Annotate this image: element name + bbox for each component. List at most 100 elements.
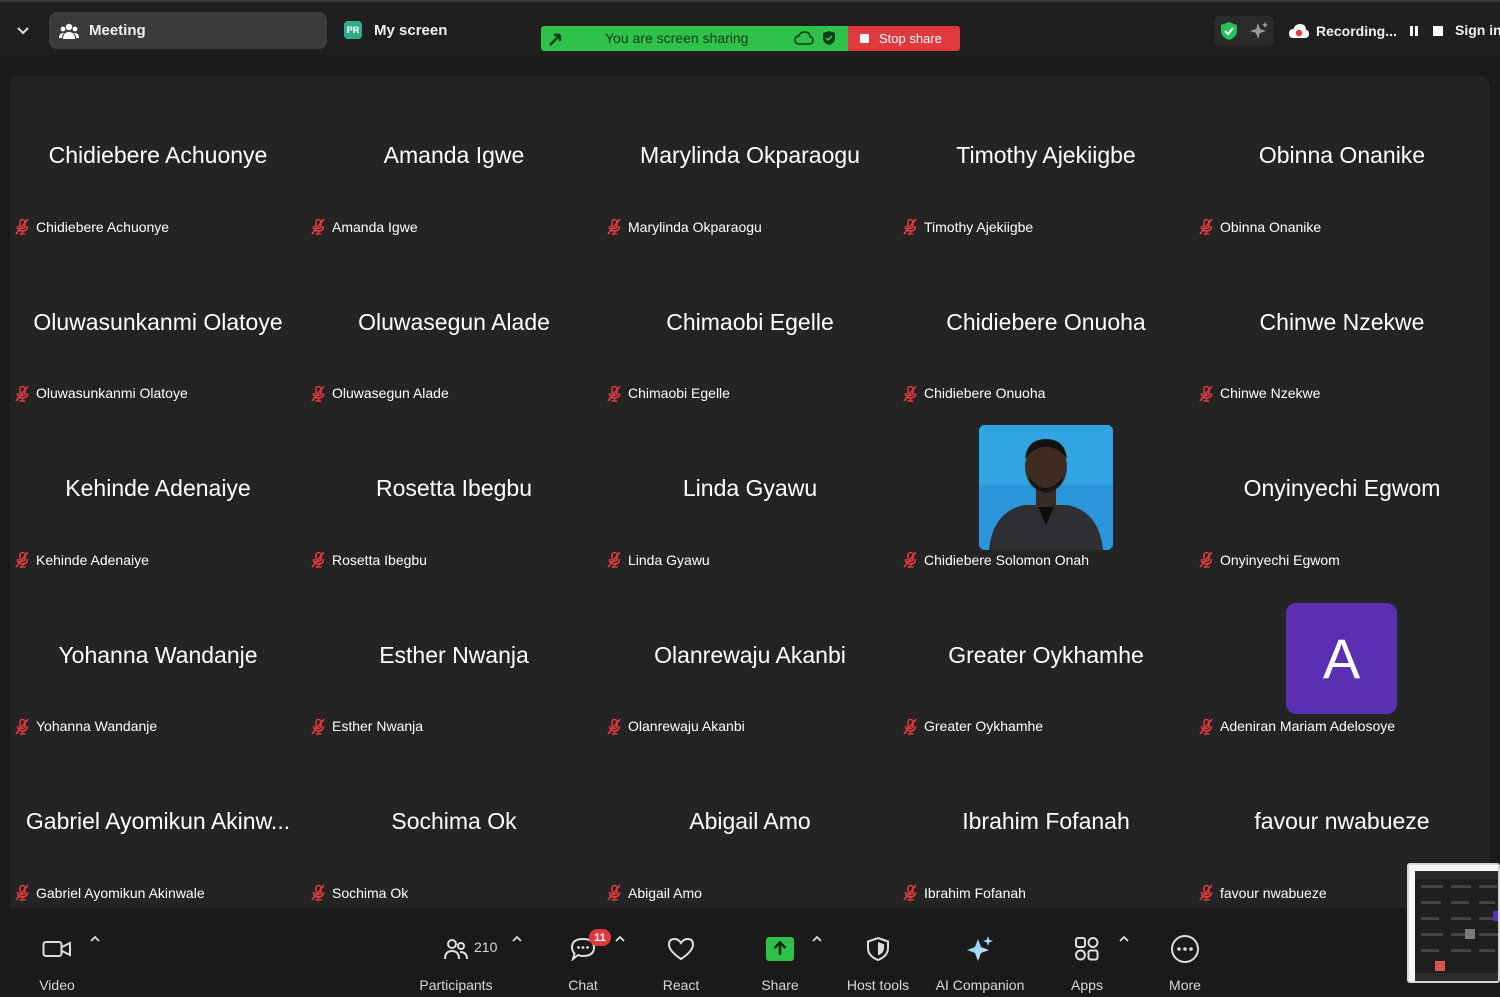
participant-tile[interactable]: Sochima Ok Sochima Ok <box>306 742 602 908</box>
participant-display-name: favour nwabueze <box>1254 808 1430 834</box>
shared-screen-thumbnail[interactable] <box>1407 863 1500 983</box>
participant-tile[interactable]: Chidiebere Achuonye Chidiebere Achuonye <box>10 76 306 242</box>
muted-mic-icon <box>607 884 621 901</box>
react-label: React <box>662 977 700 993</box>
participant-name-tag: Timothy Ajekiigbe <box>902 218 1033 235</box>
participant-tile[interactable]: Abigail Amo Abigail Amo <box>602 742 898 908</box>
participant-name: Rosetta Ibegbu <box>332 551 427 568</box>
stop-share-button[interactable]: Stop share <box>848 26 960 51</box>
share-arrow-icon <box>549 33 562 46</box>
participant-tile[interactable]: Greater Oykhamhe Greater Oykhamhe <box>898 576 1194 742</box>
apps-options-caret-icon[interactable] <box>1117 932 1131 946</box>
chat-label: Chat <box>568 977 598 993</box>
security-ai-group <box>1214 16 1274 46</box>
host-shield-icon <box>867 936 889 962</box>
participant-display-name: Chinwe Nzekwe <box>1259 308 1425 335</box>
share-options-caret-icon[interactable] <box>810 932 824 946</box>
video-button[interactable]: Video <box>30 908 84 997</box>
sparkle-icon[interactable] <box>1249 21 1269 41</box>
participant-tile[interactable]: Kehinde Adenaiye Kehinde Adenaiye <box>10 409 306 575</box>
more-dots-icon <box>1171 935 1199 963</box>
participant-name-tag: Gabriel Ayomikun Akinwale <box>14 884 205 901</box>
participant-display-name: Yohanna Wandanje <box>58 641 258 668</box>
participant-display-name: Olanrewaju Akanbi <box>654 641 846 668</box>
participants-options-caret-icon[interactable] <box>510 932 524 946</box>
participant-name: Chidiebere Achuonye <box>36 218 170 235</box>
participant-tile[interactable]: Amanda Igwe Amanda Igwe <box>306 76 602 242</box>
people-icon <box>59 23 79 39</box>
apps-button[interactable]: Apps <box>1066 908 1108 997</box>
participant-name: Yohanna Wandanje <box>36 718 158 734</box>
participant-tile[interactable]: Esther Nwanja Esther Nwanja <box>306 576 602 742</box>
more-button[interactable]: More <box>1164 908 1206 997</box>
participant-tile[interactable]: Olanrewaju Akanbi Olanrewaju Akanbi <box>602 576 898 742</box>
participant-tile[interactable]: Obinna Onanike Obinna Onanike <box>1194 76 1490 242</box>
participant-display-name: Ibrahim Fofanah <box>962 808 1130 834</box>
participant-name: Obinna Onanike <box>1220 218 1322 235</box>
participant-tile[interactable]: Ibrahim Fofanah Ibrahim Fofanah <box>898 742 1194 908</box>
tab-meeting[interactable]: Meeting <box>49 12 327 49</box>
participant-tile[interactable]: Yohanna Wandanje Yohanna Wandanje <box>10 576 306 742</box>
participant-tile[interactable]: Chimaobi Egelle Chimaobi Egelle <box>602 243 898 409</box>
pause-icon[interactable] <box>1409 26 1419 36</box>
participants-icon <box>444 939 468 960</box>
apps-label: Apps <box>1071 977 1103 993</box>
more-label: More <box>1169 977 1201 993</box>
ai-companion-label: AI Companion <box>935 977 1025 993</box>
participant-name-tag: Oluwasegun Alade <box>310 384 449 402</box>
participant-display-name: Sochima Ok <box>391 808 517 834</box>
participant-name: Oluwasunkanmi Olatoye <box>36 385 188 401</box>
muted-mic-icon <box>15 717 29 735</box>
participant-name: Marylinda Okparaogu <box>628 218 762 235</box>
participant-name-tag: Rosetta Ibegbu <box>310 551 427 568</box>
muted-mic-icon <box>607 551 621 568</box>
muted-mic-icon <box>607 717 621 735</box>
participant-tile[interactable]: Marylinda Okparaogu Marylinda Okparaogu <box>602 76 898 242</box>
video-options-caret-icon[interactable] <box>88 932 102 946</box>
participant-name: Sochima Ok <box>332 884 409 901</box>
participant-tile[interactable]: Rosetta Ibegbu Rosetta Ibegbu <box>306 409 602 575</box>
participant-name: Chinwe Nzekwe <box>1220 385 1321 401</box>
participant-display-name: Obinna Onanike <box>1258 142 1426 168</box>
participant-tile[interactable]: Onyinyechi Egwom Onyinyechi Egwom <box>1194 409 1490 575</box>
heart-icon <box>667 937 695 961</box>
participant-name-tag: Marylinda Okparaogu <box>606 218 762 235</box>
stop-icon <box>860 34 869 43</box>
stop-recording-icon[interactable] <box>1432 26 1443 36</box>
screen-sharing-status: You are screen sharing <box>605 30 749 46</box>
host-tools-button[interactable]: Host tools <box>840 908 916 997</box>
participant-display-name: Chimaobi Egelle <box>666 308 834 335</box>
muted-mic-icon <box>15 551 29 568</box>
participant-name-tag: Linda Gyawu <box>606 551 710 568</box>
react-button[interactable]: React <box>655 908 707 997</box>
participant-tile[interactable]: Oluwasegun Alade Oluwasegun Alade <box>306 243 602 409</box>
share-button[interactable]: Share <box>755 908 805 997</box>
participant-tile[interactable]: Timothy Ajekiigbe Timothy Ajekiigbe <box>898 76 1194 242</box>
participant-tile[interactable]: Linda Gyawu Linda Gyawu <box>602 409 898 575</box>
participant-name-tag: Abigail Amo <box>606 884 702 901</box>
participant-display-name: Esther Nwanja <box>379 641 529 668</box>
security-shield-icon[interactable] <box>1220 21 1238 41</box>
muted-mic-icon <box>903 218 917 235</box>
sign-in-link[interactable]: Sign in <box>1455 22 1500 38</box>
thumbnail-preview-icon <box>1409 865 1498 981</box>
participant-display-name: Linda Gyawu <box>682 475 818 501</box>
participant-name-tag: Amanda Igwe <box>310 218 418 235</box>
chat-button[interactable]: Chat <box>558 908 608 997</box>
participant-name: Esther Nwanja <box>332 718 424 734</box>
chat-unread-badge: 11 <box>589 929 611 946</box>
top-bar: Meeting PR My screen You are screen shar… <box>0 0 1500 56</box>
ai-companion-button[interactable]: AI Companion <box>932 908 1028 997</box>
participant-tile[interactable]: Gabriel Ayomikun Akinw... Gabriel Ayomiku… <box>10 742 306 908</box>
chat-options-caret-icon[interactable] <box>613 932 627 946</box>
participant-name: Olanrewaju Akanbi <box>628 718 745 734</box>
participant-tile[interactable]: Oluwasunkanmi Olatoye Oluwasunkanmi Olato… <box>10 243 306 409</box>
video-camera-icon <box>42 941 71 957</box>
participant-name: Adeniran Mariam Adelosoye <box>1220 718 1396 734</box>
collapse-chevron-button[interactable] <box>10 18 36 44</box>
muted-mic-icon <box>903 884 917 901</box>
participant-tile[interactable]: Chinwe Nzekwe Chinwe Nzekwe <box>1194 243 1490 409</box>
participant-tile[interactable]: Chidiebere Onuoha Chidiebere Onuoha <box>898 243 1194 409</box>
share-label: Share <box>761 977 799 993</box>
tab-my-screen[interactable]: PR My screen <box>344 14 447 46</box>
